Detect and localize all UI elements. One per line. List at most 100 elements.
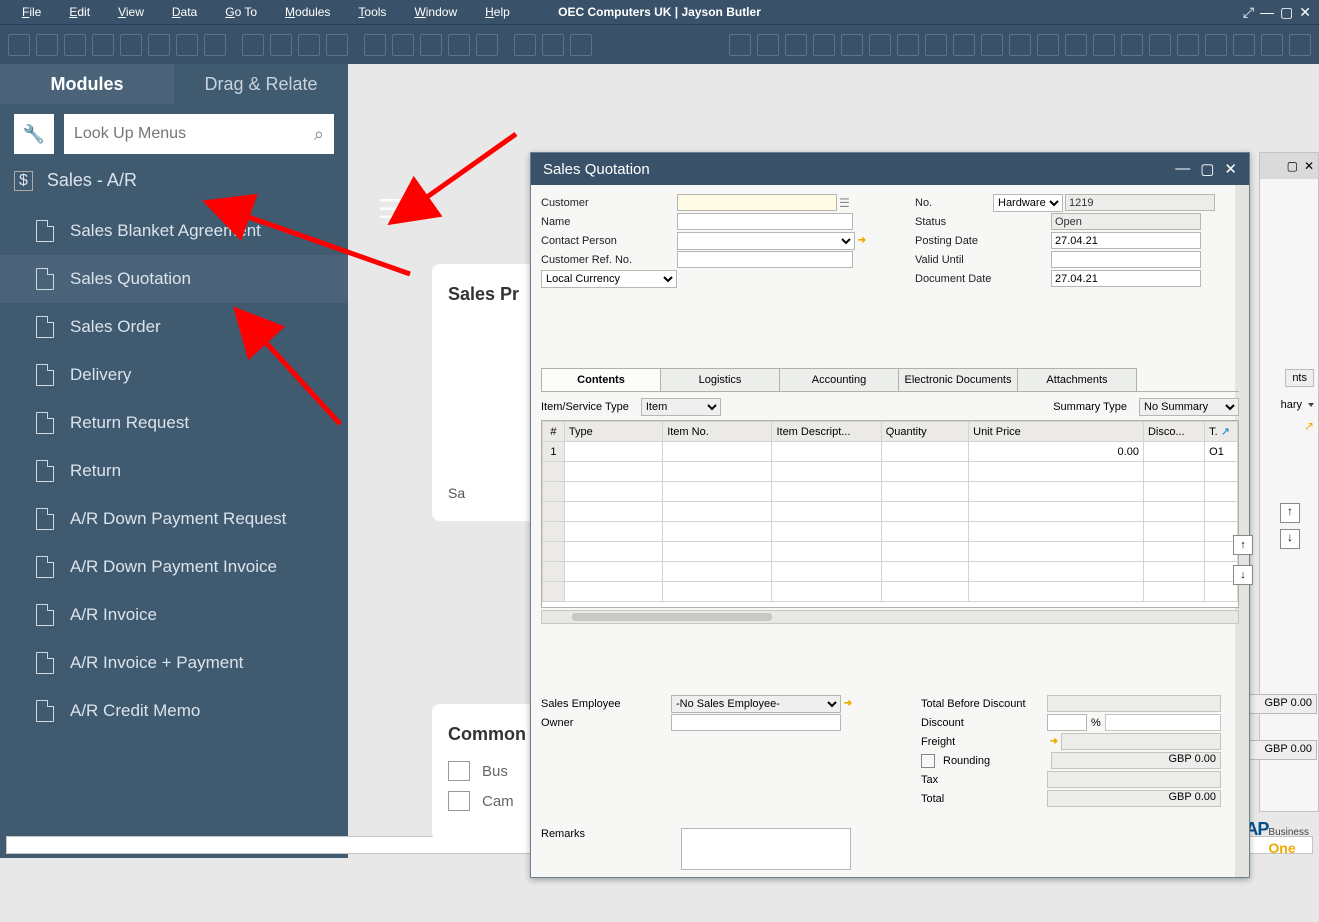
- grid-cell[interactable]: [564, 542, 662, 562]
- column-header[interactable]: Type: [564, 422, 662, 442]
- name-input[interactable]: [677, 213, 853, 230]
- toolbar-btn-2[interactable]: [36, 34, 58, 56]
- sidebar-item-delivery[interactable]: Delivery: [0, 351, 348, 399]
- freight-link-icon[interactable]: ➜: [1047, 735, 1061, 749]
- sidebar-item-sales-blanket-agreement[interactable]: Sales Blanket Agreement: [0, 207, 348, 255]
- toolbar-btn-13[interactable]: [364, 34, 386, 56]
- toolbar-btn-26[interactable]: [869, 34, 891, 56]
- tab-accounting[interactable]: Accounting: [779, 368, 899, 391]
- table-row[interactable]: [543, 582, 1238, 602]
- grid-cell[interactable]: [543, 542, 565, 562]
- bg-tab-nts[interactable]: nts: [1285, 369, 1314, 387]
- salesemp-select[interactable]: -No Sales Employee-: [671, 695, 841, 713]
- toolbar-btn-6[interactable]: [148, 34, 170, 56]
- choose-from-list-icon[interactable]: ☰: [839, 196, 850, 210]
- grid-cell[interactable]: [543, 522, 565, 542]
- grid-cell[interactable]: [881, 442, 968, 462]
- toolbar-btn-1[interactable]: [8, 34, 30, 56]
- grid-cell[interactable]: [1143, 482, 1204, 502]
- grid-cell[interactable]: [1143, 562, 1204, 582]
- sq-restore-icon[interactable]: ▢: [1200, 160, 1214, 178]
- bg-close-icon[interactable]: ✕: [1304, 159, 1314, 173]
- rounding-checkbox[interactable]: [921, 754, 935, 768]
- toolbar-btn-3[interactable]: [64, 34, 86, 56]
- tab-electronic-documents[interactable]: Electronic Documents: [898, 368, 1018, 391]
- toolbar-btn-8[interactable]: [204, 34, 226, 56]
- chevron-down-icon[interactable]: [1308, 403, 1314, 407]
- sq-titlebar[interactable]: Sales Quotation — ▢ ✕: [531, 153, 1249, 185]
- hamburger-icon[interactable]: ☰: [378, 194, 401, 225]
- sq-close-icon[interactable]: ✕: [1224, 160, 1237, 178]
- toolbar-btn-22[interactable]: [757, 34, 779, 56]
- menu-data[interactable]: Data: [158, 2, 211, 22]
- sidebar-item-a-r-invoice-payment[interactable]: A/R Invoice + Payment: [0, 639, 348, 687]
- toolbar-btn-16[interactable]: [448, 34, 470, 56]
- column-header[interactable]: T. ↗: [1205, 422, 1238, 442]
- grid-cell[interactable]: [663, 482, 772, 502]
- grid-cell[interactable]: [772, 562, 881, 582]
- toolbar-btn-17[interactable]: [476, 34, 498, 56]
- grid-cell[interactable]: 1: [543, 442, 565, 462]
- menu-edit[interactable]: Edit: [55, 2, 104, 22]
- series-select[interactable]: Hardware: [993, 194, 1063, 212]
- grid-cell[interactable]: [772, 442, 881, 462]
- sidebar-item-a-r-invoice[interactable]: A/R Invoice: [0, 591, 348, 639]
- toolbar-btn-19[interactable]: [542, 34, 564, 56]
- menu-window[interactable]: Window: [400, 2, 471, 22]
- menu-tools[interactable]: Tools: [344, 2, 400, 22]
- grid-cell[interactable]: [663, 582, 772, 602]
- grid-horizontal-scrollbar[interactable]: [541, 610, 1239, 624]
- grid-cell[interactable]: [969, 502, 1144, 522]
- toolbar-btn-36[interactable]: [1149, 34, 1171, 56]
- toolbar-btn-18[interactable]: [514, 34, 536, 56]
- grid-cell[interactable]: [1143, 522, 1204, 542]
- grid-cell[interactable]: [543, 502, 565, 522]
- move-up-button[interactable]: ↑: [1233, 535, 1253, 555]
- table-row[interactable]: [543, 502, 1238, 522]
- grid-cell[interactable]: [881, 502, 968, 522]
- grid-cell[interactable]: [543, 482, 565, 502]
- tab-attachments[interactable]: Attachments: [1017, 368, 1137, 391]
- toolbar-btn-35[interactable]: [1121, 34, 1143, 56]
- table-row[interactable]: [543, 542, 1238, 562]
- grid-cell[interactable]: [663, 502, 772, 522]
- table-row[interactable]: [543, 562, 1238, 582]
- sidebar-item-sales-order[interactable]: Sales Order: [0, 303, 348, 351]
- table-row[interactable]: 10.00O1: [543, 442, 1238, 462]
- grid-cell[interactable]: [564, 482, 662, 502]
- menu-modules[interactable]: Modules: [271, 2, 344, 22]
- itemservice-select[interactable]: Item: [641, 398, 721, 416]
- toolbar-btn-11[interactable]: [298, 34, 320, 56]
- custref-input[interactable]: [677, 251, 853, 268]
- remarks-textarea[interactable]: [681, 828, 851, 870]
- toolbar-btn-28[interactable]: [925, 34, 947, 56]
- sidebar-item-return-request[interactable]: Return Request: [0, 399, 348, 447]
- grid-cell[interactable]: [881, 522, 968, 542]
- grid-cell[interactable]: [881, 482, 968, 502]
- toolbar-btn-7[interactable]: [176, 34, 198, 56]
- discount-amount[interactable]: [1105, 714, 1221, 731]
- toolbar-btn-23[interactable]: [785, 34, 807, 56]
- grid-cell[interactable]: [969, 522, 1144, 542]
- toolbar-btn-24[interactable]: [813, 34, 835, 56]
- items-grid[interactable]: #TypeItem No.Item Descript...QuantityUni…: [541, 420, 1239, 608]
- customer-input[interactable]: [677, 194, 837, 211]
- modules-search[interactable]: ⌕: [64, 114, 334, 154]
- grid-cell[interactable]: [564, 442, 662, 462]
- grid-cell[interactable]: [564, 562, 662, 582]
- contact-select[interactable]: [677, 232, 855, 250]
- menu-file[interactable]: File: [8, 2, 55, 22]
- toolbar-btn-33[interactable]: [1065, 34, 1087, 56]
- table-row[interactable]: [543, 482, 1238, 502]
- toolbar-btn-27[interactable]: [897, 34, 919, 56]
- grid-cell[interactable]: [543, 582, 565, 602]
- link-icon[interactable]: ➜: [855, 234, 869, 248]
- grid-cell[interactable]: [564, 582, 662, 602]
- grid-cell[interactable]: [663, 542, 772, 562]
- modules-search-input[interactable]: [74, 125, 314, 143]
- grid-cell[interactable]: [543, 462, 565, 482]
- grid-cell[interactable]: [881, 562, 968, 582]
- grid-cell[interactable]: [969, 582, 1144, 602]
- search-icon[interactable]: ⌕: [314, 124, 324, 145]
- tab-drag-relate[interactable]: Drag & Relate: [174, 64, 348, 104]
